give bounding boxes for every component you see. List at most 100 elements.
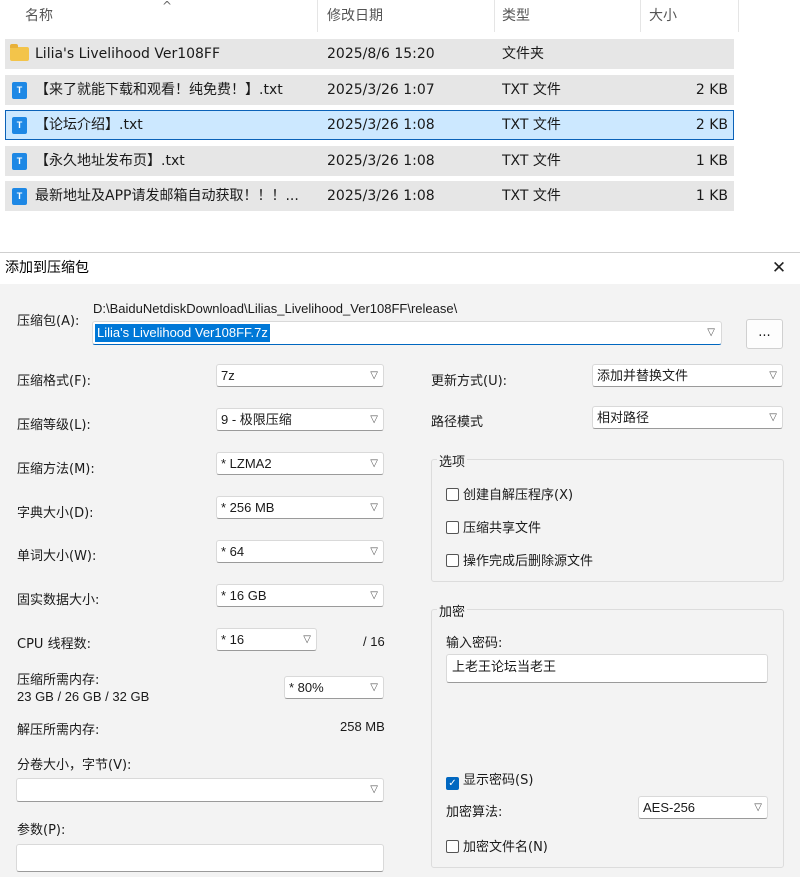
delete-source-label: 操作完成后删除源文件 xyxy=(463,554,594,569)
decompress-memory-value: 258 MB xyxy=(340,719,385,734)
file-row[interactable]: Lilia's Livelihood Ver108FF 2025/8/6 15:… xyxy=(5,39,734,69)
solid-size-value: * 16 GB xyxy=(221,588,267,603)
browse-button[interactable]: ... xyxy=(746,319,783,349)
encryption-method-select[interactable]: AES-256 ▽ xyxy=(638,796,768,819)
archive-name-input[interactable]: Lilia's Livelihood Ver108FF.7z ▽ xyxy=(92,321,722,345)
chevron-down-icon: ▽ xyxy=(769,412,777,423)
dictionary-select[interactable]: * 256 MB ▽ xyxy=(216,496,384,519)
column-header-date[interactable]: 修改日期 xyxy=(318,0,495,32)
close-icon[interactable]: ✕ xyxy=(764,255,794,282)
file-row[interactable]: T 【来了就能下载和观看！纯免费！】.txt 2025/3/26 1:07 TX… xyxy=(5,75,734,105)
update-mode-label: 更新方式(U): xyxy=(431,374,508,389)
word-size-value: * 64 xyxy=(221,544,245,559)
chevron-down-icon[interactable]: ▽ xyxy=(707,322,715,344)
checkbox-unchecked-icon xyxy=(446,554,459,567)
file-row[interactable]: T 最新地址及APP请发邮箱自动获取！！！... 2025/3/26 1:08 … xyxy=(5,181,734,211)
format-value: 7z xyxy=(221,368,235,383)
file-date: 2025/3/26 1:08 xyxy=(327,153,435,169)
sort-ascending-icon: ^ xyxy=(162,0,173,13)
chevron-down-icon: ▽ xyxy=(303,634,311,645)
word-size-select[interactable]: * 64 ▽ xyxy=(216,540,384,563)
column-header-size-label: 大小 xyxy=(649,8,677,24)
encryption-title: 加密 xyxy=(437,601,468,620)
chevron-down-icon: ▽ xyxy=(370,590,378,601)
checkbox-unchecked-icon xyxy=(446,521,459,534)
checkbox-unchecked-icon xyxy=(446,840,459,853)
create-sfx-label: 创建自解压程序(X) xyxy=(463,488,574,503)
create-sfx-checkbox[interactable]: 创建自解压程序(X) xyxy=(446,484,573,503)
file-type: TXT 文件 xyxy=(502,188,561,204)
file-date: 2025/3/26 1:08 xyxy=(327,188,435,204)
cpu-threads-value: * 16 xyxy=(221,632,245,647)
update-mode-select[interactable]: 添加并替换文件 ▽ xyxy=(592,364,783,387)
chevron-down-icon: ▽ xyxy=(370,502,378,513)
file-name: 【永久地址发布页】.txt xyxy=(35,153,185,169)
column-header-name[interactable]: 名称 ^ xyxy=(0,0,318,32)
volume-size-select[interactable]: ▽ xyxy=(16,778,384,802)
update-mode-value: 添加并替换文件 xyxy=(597,368,689,383)
cpu-threads-select[interactable]: * 16 ▽ xyxy=(216,628,317,651)
dialog-titlebar[interactable]: 添加到压缩包 ✕ xyxy=(0,253,800,284)
file-size: 1 KB xyxy=(695,153,728,169)
cpu-threads-label: CPU 线程数: xyxy=(17,637,91,652)
password-input[interactable]: 上老王论坛当老王 xyxy=(446,654,768,683)
txt-file-icon: T xyxy=(12,153,27,170)
solid-size-label: 固实数据大小: xyxy=(17,593,100,608)
txt-file-icon: T xyxy=(12,82,27,99)
path-mode-select[interactable]: 相对路径 ▽ xyxy=(592,406,783,429)
column-header-size[interactable]: 大小 xyxy=(641,0,739,32)
level-label: 压缩等级(L): xyxy=(17,418,91,433)
memory-percent-value: * 80% xyxy=(289,680,324,695)
file-row-selected[interactable]: T 【论坛介绍】.txt 2025/3/26 1:08 TXT 文件 2 KB xyxy=(5,110,734,140)
column-header-type-label: 类型 xyxy=(502,8,530,24)
file-size: 2 KB xyxy=(695,82,728,98)
options-group: 选项 创建自解压程序(X) 压缩共享文件 操作完成后删除源文件 xyxy=(431,451,784,582)
encrypt-filenames-checkbox[interactable]: 加密文件名(N) xyxy=(446,836,548,855)
encryption-method-value: AES-256 xyxy=(643,800,696,815)
cpu-threads-total: / 16 xyxy=(363,634,385,649)
memory-percent-select[interactable]: * 80% ▽ xyxy=(284,676,384,699)
encryption-method-label: 加密算法: xyxy=(446,805,503,820)
column-header-type[interactable]: 类型 xyxy=(495,0,641,32)
archive-label: 压缩包(A): xyxy=(17,314,80,329)
add-to-archive-dialog: 添加到压缩包 ✕ 压缩包(A): D:\BaiduNetdiskDownload… xyxy=(0,252,800,877)
path-mode-label: 路径模式 xyxy=(431,415,484,430)
txt-file-icon: T xyxy=(12,117,27,134)
file-date: 2025/8/6 15:20 xyxy=(327,46,435,62)
file-name: 【来了就能下载和观看！纯免费！】.txt xyxy=(35,82,283,98)
path-mode-value: 相对路径 xyxy=(597,410,650,425)
format-select[interactable]: 7z ▽ xyxy=(216,364,384,387)
show-password-checkbox[interactable]: ✓ 显示密码(S) xyxy=(446,769,533,790)
chevron-down-icon: ▽ xyxy=(370,546,378,557)
compress-shared-label: 压缩共享文件 xyxy=(463,521,542,536)
chevron-down-icon: ▽ xyxy=(370,784,378,795)
chevron-down-icon: ▽ xyxy=(370,458,378,469)
folder-icon xyxy=(10,44,29,61)
file-type: TXT 文件 xyxy=(502,82,561,98)
file-size: 2 KB xyxy=(695,117,728,133)
delete-source-checkbox[interactable]: 操作完成后删除源文件 xyxy=(446,550,593,569)
password-label: 输入密码: xyxy=(446,636,503,651)
file-row[interactable]: T 【永久地址发布页】.txt 2025/3/26 1:08 TXT 文件 1 … xyxy=(5,146,734,176)
show-password-label: 显示密码(S) xyxy=(463,773,534,788)
file-name: 【论坛介绍】.txt xyxy=(35,117,143,133)
method-select[interactable]: * LZMA2 ▽ xyxy=(216,452,384,475)
parameters-input[interactable] xyxy=(16,844,384,872)
checkbox-unchecked-icon xyxy=(446,488,459,501)
txt-file-icon: T xyxy=(12,188,27,205)
file-name: 最新地址及APP请发邮箱自动获取！！！... xyxy=(35,188,299,204)
column-header-date-label: 修改日期 xyxy=(327,8,383,24)
compress-shared-checkbox[interactable]: 压缩共享文件 xyxy=(446,517,541,536)
chevron-down-icon: ▽ xyxy=(370,370,378,381)
encryption-group: 加密 输入密码: 上老王论坛当老王 ✓ 显示密码(S) 加密算法: AES-256… xyxy=(431,601,784,868)
options-title: 选项 xyxy=(437,451,468,470)
level-value: 9 - 极限压缩 xyxy=(221,412,292,427)
volume-size-label: 分卷大小，字节(V): xyxy=(17,758,132,773)
level-select[interactable]: 9 - 极限压缩 ▽ xyxy=(216,408,384,431)
file-date: 2025/3/26 1:08 xyxy=(327,117,435,133)
file-type: 文件夹 xyxy=(502,46,544,62)
chevron-down-icon: ▽ xyxy=(754,802,762,813)
archive-path: D:\BaiduNetdiskDownload\Lilias_Livelihoo… xyxy=(93,301,458,316)
parameters-label: 参数(P): xyxy=(17,823,66,838)
solid-size-select[interactable]: * 16 GB ▽ xyxy=(216,584,384,607)
